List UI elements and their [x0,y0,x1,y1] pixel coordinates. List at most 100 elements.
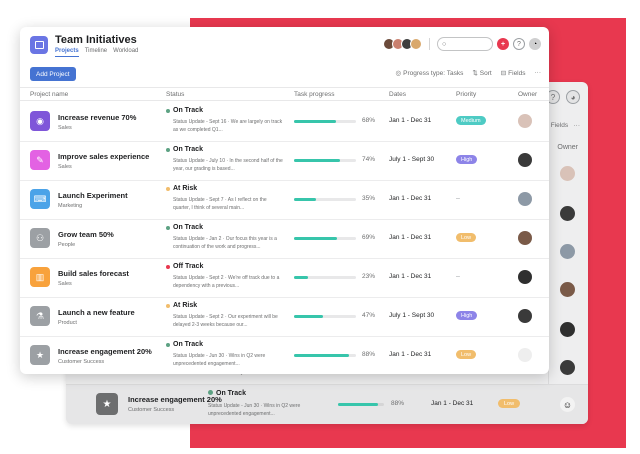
dates[interactable]: Jan 1 - Dec 31 [389,117,431,124]
table-row[interactable]: ▥ Build sales forecast Sales Off Track S… [20,259,549,298]
star-icon: ★ [30,345,50,365]
progress-bar [294,354,356,357]
column-owner[interactable]: Owner [518,91,537,98]
column-priority[interactable]: Priority [456,91,476,98]
status[interactable]: On Track [166,224,203,231]
project-name[interactable]: Increase engagement 20% [58,347,152,356]
code-icon: ⌨ [30,189,50,209]
star-icon: ★ [96,393,118,415]
progress-fill [294,120,337,123]
status[interactable]: Off Track [166,263,203,270]
header-actions: ○ + ? ◔ [383,37,541,51]
help-icon[interactable]: ? [513,38,525,50]
search-input[interactable]: ○ [437,37,493,51]
table-row[interactable]: ⚇ Grow team 50% People On Track Status U… [20,220,549,259]
dates[interactable]: Jan 1 - Dec 31 [389,273,431,280]
status[interactable]: On Track [166,146,203,153]
status-update: Status Update - Jun 30 · Wins in Q2 were… [173,353,266,367]
project-name[interactable]: Launch a new feature [58,308,135,317]
priority-badge[interactable]: Low [456,350,477,359]
column-status[interactable]: Status [166,91,184,98]
progress-bar [294,315,356,318]
project-name[interactable]: Increase revenue 70% [58,113,136,122]
progress-fill [294,198,316,201]
column-project-name[interactable]: Project name [30,91,68,98]
status-dot [166,342,170,347]
project-name[interactable]: Launch Experiment [58,191,128,200]
toolbar: Add Project ◎ Progress type: Tasks ⇅ Sort … [20,65,549,85]
status-dot [166,225,170,230]
add-icon[interactable]: + [497,38,509,50]
column-task-progress[interactable]: Task progress [294,91,334,98]
progress-percent: 35% [362,195,376,202]
status-label: Off Track [173,263,204,270]
dates[interactable]: July 1 - Sept 30 [389,156,434,163]
page-title: Team Initiatives [55,34,137,46]
fields-icon: ⊟ [500,70,507,77]
status-label: On Track [173,146,203,153]
project-name[interactable]: Build sales forecast [58,269,129,278]
priority-badge[interactable]: High [456,155,478,164]
avatar[interactable] [518,114,532,128]
back-fields-button: Fields ··· [551,122,580,129]
project-team: Product [58,320,77,326]
tab-timeline[interactable]: Timeline [85,48,107,57]
status[interactable]: At Risk [166,185,197,192]
column-dates[interactable]: Dates [389,91,406,98]
status-dot [208,390,213,395]
avatar[interactable] [518,231,532,245]
status-dot [166,264,170,269]
table-row[interactable]: ⚗ Launch a new feature Product At Risk S… [20,298,549,337]
back-status: On Track [208,390,246,397]
status-update: Status Update - July 10 · In the second … [173,158,283,172]
column-headers: Project name Status Task progress Dates … [20,87,549,101]
priority-badge[interactable]: – [456,194,460,203]
member-avatars[interactable] [383,38,422,50]
back-dates: Jan 1 - Dec 31 [431,400,474,407]
table-row[interactable]: ★ Increase engagement 20% Customer Succe… [20,337,549,374]
user-avatar[interactable]: ◔ [529,38,541,50]
search-icon: ○ [442,40,447,48]
avatar[interactable] [518,192,532,206]
avatar[interactable] [518,270,532,284]
progress-fill [294,354,349,357]
avatar[interactable] [518,153,532,167]
add-project-button[interactable]: Add Project [30,67,76,81]
status[interactable]: At Risk [166,302,197,309]
project-name[interactable]: Improve sales experience [58,152,149,161]
status-dot [166,108,170,113]
progress-percent: 74% [362,156,376,163]
priority-badge[interactable]: Medium [456,116,486,125]
dates[interactable]: July 1 - Sept 30 [389,312,434,319]
dates[interactable]: Jan 1 - Dec 31 [389,351,431,358]
table-row[interactable]: ⌨ Launch Experiment Marketing At Risk St… [20,181,549,220]
status[interactable]: On Track [166,107,203,114]
project-team: Sales [58,281,72,287]
status-label: At Risk [173,185,198,192]
more-icon[interactable]: ··· [535,69,542,77]
progress-fill [294,237,337,240]
project-name[interactable]: Grow team 50% [58,230,114,239]
flask-icon: ⚗ [30,306,50,326]
table-row[interactable]: ✎ Improve sales experience Sales On Trac… [20,142,549,181]
fields-button[interactable]: ⊟ Fields [501,69,526,77]
status[interactable]: On Track [166,341,203,348]
priority-badge[interactable]: – [456,272,460,281]
tab-workload[interactable]: Workload [113,48,138,57]
priority-badge[interactable]: High [456,311,478,320]
sort-button[interactable]: ⇅ Sort [472,69,491,77]
back-owner-avatar [560,206,575,221]
avatar[interactable] [518,348,532,362]
dates[interactable]: Jan 1 - Dec 31 [389,234,431,241]
avatar[interactable] [518,309,532,323]
dates[interactable]: Jan 1 - Dec 31 [389,195,431,202]
back-owner-avatar [560,166,575,181]
status-update: Status Update - Sept 2 · Our experiment … [173,314,278,328]
project-team: Sales [58,164,72,170]
table-row[interactable]: ◉ Increase revenue 70% Sales On Track St… [20,103,549,142]
project-team: Customer Success [58,359,105,365]
priority-badge[interactable]: Low [456,233,477,242]
tab-projects[interactable]: Projects [55,48,79,57]
progress-type-button[interactable]: ◎ Progress type: Tasks [395,69,463,77]
progress-fill [294,159,340,162]
